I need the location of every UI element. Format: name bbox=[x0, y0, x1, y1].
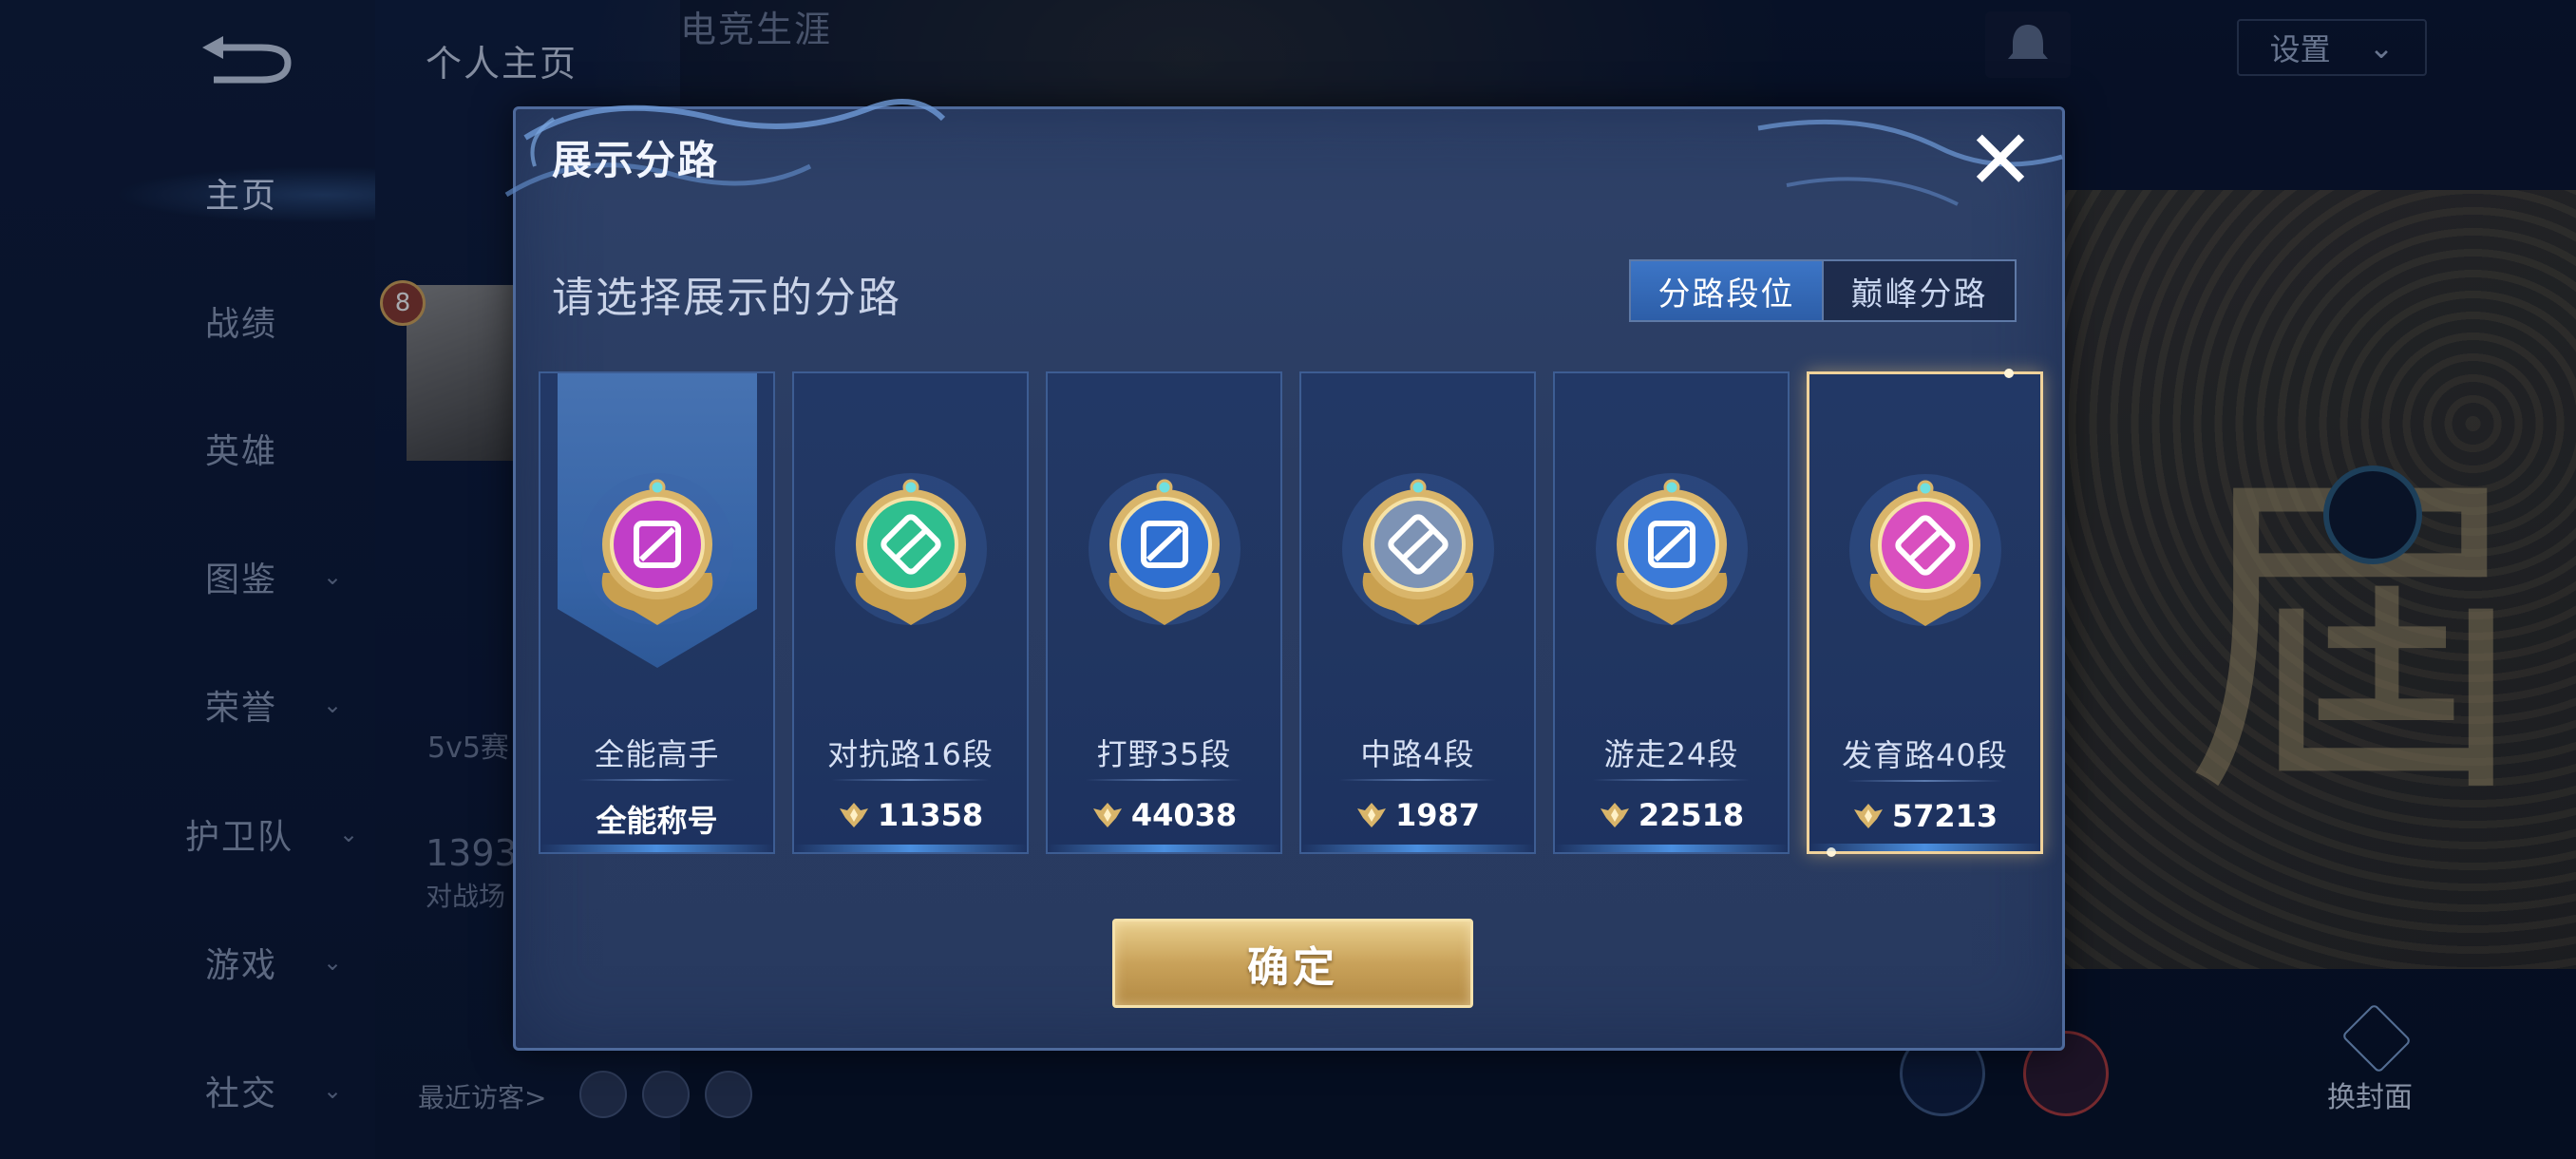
lane-card[interactable]: 全能高手 全能称号 bbox=[539, 371, 775, 854]
lane-card-name: 中路4段 bbox=[1360, 736, 1475, 772]
points-icon bbox=[1600, 803, 1629, 827]
lane-card-value-text: 57213 bbox=[1891, 798, 1998, 834]
points-icon bbox=[839, 803, 868, 827]
lane-emblem-icon bbox=[580, 473, 733, 625]
divider bbox=[1847, 780, 2002, 782]
tab-lane-rank[interactable]: 分路段位 bbox=[1631, 261, 1824, 320]
lane-card-name: 对抗路16段 bbox=[827, 736, 994, 772]
selected-corner-dot bbox=[1827, 847, 1836, 857]
lane-card-name: 游走24段 bbox=[1603, 736, 1739, 772]
divider bbox=[832, 779, 989, 781]
lane-card-value: 57213 bbox=[1809, 798, 2040, 834]
points-icon bbox=[1853, 804, 1883, 828]
lane-card-value: 22518 bbox=[1555, 797, 1788, 833]
lane-card-value: 1987 bbox=[1301, 797, 1534, 833]
lane-card-value-text: 1987 bbox=[1394, 797, 1481, 833]
lane-card-value-text: 全能称号 bbox=[596, 803, 718, 839]
lane-card-name: 全能高手 bbox=[594, 736, 720, 772]
divider bbox=[1593, 779, 1750, 781]
lane-emblem-icon bbox=[1595, 473, 1748, 625]
lane-card-value-text: 22518 bbox=[1638, 797, 1745, 833]
lane-card-name: 打野35段 bbox=[1096, 736, 1232, 772]
lane-emblem-icon bbox=[1341, 473, 1494, 625]
lane-card-name: 发育路40段 bbox=[1842, 737, 2008, 773]
lane-card[interactable]: 中路4段 1987 bbox=[1299, 371, 1536, 854]
lane-card-value-text: 11358 bbox=[877, 797, 984, 833]
points-icon bbox=[1092, 803, 1122, 827]
points-icon bbox=[1356, 803, 1386, 827]
selected-corner-dot bbox=[2004, 369, 2014, 378]
dialog-title: 展示分路 bbox=[552, 137, 720, 183]
lane-card-value: 11358 bbox=[794, 797, 1027, 833]
divider bbox=[1339, 779, 1496, 781]
lane-card[interactable]: 打野35段 44038 bbox=[1046, 371, 1282, 854]
lane-emblem-icon bbox=[1088, 473, 1241, 625]
lane-emblem-icon bbox=[834, 473, 987, 625]
confirm-button[interactable]: 确定 bbox=[1112, 919, 1473, 1008]
divider bbox=[1086, 779, 1242, 781]
lane-display-dialog: 展示分路 ✕ 请选择展示的分路 分路段位 巅峰分路 全能高手 全能称号 对抗路16段… bbox=[504, 99, 2065, 1051]
close-button[interactable]: ✕ bbox=[1964, 120, 2036, 201]
lane-emblem-icon bbox=[1848, 474, 2001, 626]
close-icon: ✕ bbox=[1965, 113, 2036, 208]
divider bbox=[578, 779, 735, 781]
lane-card[interactable]: 对抗路16段 11358 bbox=[792, 371, 1029, 854]
lane-card-value-text: 44038 bbox=[1130, 797, 1238, 833]
lane-card[interactable]: 游走24段 22518 bbox=[1553, 371, 1790, 854]
lane-card-value: 44038 bbox=[1048, 797, 1280, 833]
tab-peak-lane[interactable]: 巅峰分路 bbox=[1824, 261, 2015, 320]
lane-mode-tabs: 分路段位 巅峰分路 bbox=[1629, 259, 2017, 322]
lane-card-value: 全能称号 bbox=[540, 797, 773, 841]
lane-card[interactable]: 发育路40段 57213 bbox=[1807, 369, 2043, 857]
dialog-prompt: 请选择展示的分路 bbox=[552, 274, 901, 322]
